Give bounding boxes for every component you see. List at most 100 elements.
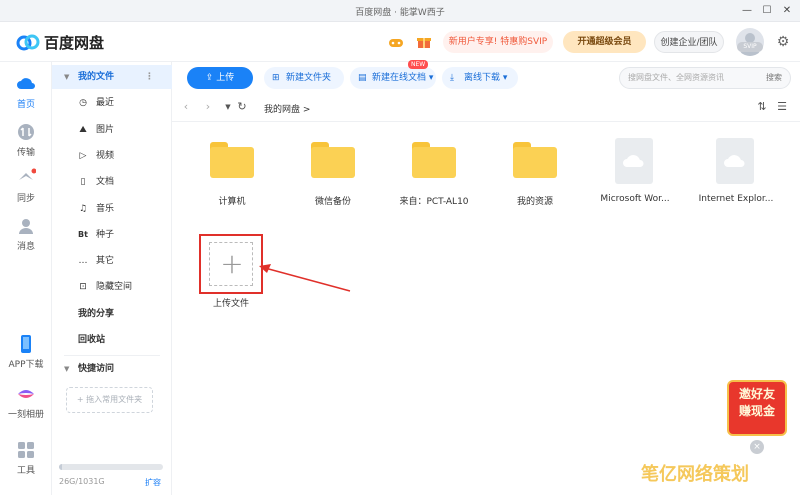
sidebar-item-torrents[interactable]: Bt 种子 xyxy=(52,223,172,247)
forward-icon[interactable]: › xyxy=(202,101,214,113)
file-item-folder[interactable]: 计算机 xyxy=(187,122,277,212)
expand-storage-link[interactable]: 扩容 xyxy=(145,477,161,488)
more-dots-icon: … xyxy=(78,256,88,266)
rail-item-app-download[interactable]: APP下载 xyxy=(0,334,52,370)
rail-item-tools[interactable]: 工具 xyxy=(0,440,52,476)
sidebar-item-documents[interactable]: ▯ 文档 xyxy=(52,170,172,194)
upload-file-tile[interactable]: + xyxy=(199,234,263,294)
open-svip-button[interactable]: 开通超级会员 xyxy=(563,31,646,53)
storage-quota-fill xyxy=(59,464,62,470)
online-doc-icon: ▤ xyxy=(358,73,367,83)
plus-icon: + xyxy=(220,247,244,280)
rail-item-sync[interactable]: 同步 xyxy=(0,168,52,204)
upload-button[interactable]: ⇪ 上传 xyxy=(187,67,253,89)
message-icon xyxy=(19,219,33,234)
close-icon[interactable]: × xyxy=(750,440,764,454)
music-icon: ♫ xyxy=(78,204,88,214)
sidebar-item-videos[interactable]: ▷ 视频 xyxy=(52,144,172,168)
rail-item-album[interactable]: 一刻相册 xyxy=(0,384,52,420)
file-item-cloud[interactable]: Microsoft Wor... xyxy=(590,122,680,212)
chevron-down-icon[interactable]: ▼ xyxy=(64,65,69,89)
sidebar-item-my-files[interactable]: ▼ 我的文件 ⋮ xyxy=(52,65,172,89)
file-item-cloud[interactable]: Internet Explor... xyxy=(691,122,781,212)
drop-favorite-folder-zone[interactable]: + 拖入常用文件夹 xyxy=(66,387,153,413)
storage-quota-text: 26G/1031G xyxy=(59,477,105,486)
rail-item-label: 工具 xyxy=(16,466,35,476)
upload-file-label: 上传文件 xyxy=(212,299,249,309)
brand-name: 百度网盘 xyxy=(44,33,105,52)
new-online-doc-button[interactable]: ▤ 新建在线文档 ▾ xyxy=(350,67,436,89)
search-button[interactable]: 搜索 xyxy=(766,68,782,88)
history-dropdown-icon[interactable]: ▼ xyxy=(222,101,234,113)
sidebar-item-images[interactable]: ⛰ 图片 xyxy=(52,118,172,142)
new-user-promo-button[interactable]: 新用户专享! 特惠购SVIP xyxy=(443,31,553,53)
gear-icon[interactable]: ⚙ xyxy=(775,34,791,50)
upload-icon: ⇪ xyxy=(205,73,217,83)
rail-item-label: 传输 xyxy=(16,148,35,158)
minimize-icon[interactable]: — xyxy=(738,3,756,19)
sort-icon[interactable]: ⇅ xyxy=(756,101,768,113)
sidebar: ▼ 我的文件 ⋮ ◷ 最近 ⛰ 图片 ▷ 视频 ▯ 文档 ♫ 音乐 Bt 种子 … xyxy=(52,62,172,495)
file-item-folder[interactable]: 微信备份 xyxy=(288,122,378,212)
rail-item-messages[interactable]: 消息 xyxy=(0,216,52,252)
search-input[interactable]: 搜网盘文件、全网资源资讯 xyxy=(628,68,724,88)
image-icon: ⛰ xyxy=(79,125,87,135)
sidebar-item-recent[interactable]: ◷ 最近 xyxy=(52,91,172,115)
cloud-file-icon xyxy=(615,138,653,184)
rail-item-label: 首页 xyxy=(16,100,35,110)
rail-item-label: 消息 xyxy=(16,242,35,252)
sidebar-item-music[interactable]: ♫ 音乐 xyxy=(52,197,172,221)
file-item-folder[interactable]: 我的资源 xyxy=(490,122,580,212)
close-icon[interactable]: ✕ xyxy=(778,3,796,19)
tools-icon xyxy=(18,442,34,458)
divider xyxy=(64,355,160,356)
breadcrumb[interactable]: 我的网盘 > xyxy=(264,102,310,115)
app-header: 百度网盘 新用户专享! 特惠购SVIP 开通超级会员 创建企业/团队 ⚙ xyxy=(0,22,800,62)
title-bar: 百度网盘 · 能掌W西子 — ☐ ✕ xyxy=(0,0,800,22)
chevron-down-icon: ▾ xyxy=(500,73,508,83)
document-icon: ▯ xyxy=(80,177,86,187)
folder-icon xyxy=(311,142,355,178)
toolbar: ⇪ 上传 ⊞ 新建文件夹 ▤ 新建在线文档 ▾ NEW ⤓ 离线下载 ▾ 搜网盘文件、… xyxy=(172,60,800,94)
chevron-down-icon[interactable]: ▼ xyxy=(64,357,69,381)
clock-icon: ◷ xyxy=(79,98,87,108)
sidebar-item-other[interactable]: … 其它 xyxy=(52,249,172,273)
video-icon: ▷ xyxy=(79,151,87,161)
cloud-home-icon xyxy=(17,78,35,89)
rail-item-home[interactable]: 首页 xyxy=(0,74,52,110)
back-icon[interactable]: ‹ xyxy=(180,101,192,113)
rail-item-transfer[interactable]: 传输 xyxy=(0,122,52,158)
chevron-down-icon: ▾ xyxy=(426,73,434,83)
lock-icon: ⊡ xyxy=(79,282,87,292)
folder-icon xyxy=(210,142,254,178)
offline-download-button[interactable]: ⤓ 离线下载 ▾ xyxy=(442,67,518,89)
search-box[interactable]: 搜网盘文件、全网资源资讯 搜索 xyxy=(619,67,791,89)
refresh-icon[interactable]: ↻ xyxy=(236,101,248,113)
rail-item-label: 同步 xyxy=(16,194,35,204)
new-badge: NEW xyxy=(408,60,429,69)
download-icon: ⤓ xyxy=(450,73,454,83)
upload-placeholder: + xyxy=(209,242,253,286)
sidebar-item-my-share[interactable]: 我的分享 xyxy=(52,302,172,326)
gift-icon[interactable] xyxy=(416,34,432,50)
cloud-file-icon xyxy=(716,138,754,184)
app-logo: 百度网盘 xyxy=(16,31,104,53)
new-folder-button[interactable]: ⊞ 新建文件夹 xyxy=(264,67,344,89)
list-view-icon[interactable]: ☰ xyxy=(776,101,788,113)
invite-friends-promo[interactable]: 邀好友 赚现金 xyxy=(727,380,787,436)
maximize-icon[interactable]: ☐ xyxy=(758,3,776,19)
sidebar-item-hidden-space[interactable]: ⊡ 隐藏空间 xyxy=(52,275,172,299)
path-bar: ‹ › ▼ ↻ 我的网盘 > ⇅ ☰ xyxy=(172,94,800,122)
sync-icon xyxy=(19,168,36,180)
album-icon xyxy=(18,390,34,398)
game-icon[interactable] xyxy=(388,34,404,50)
sidebar-item-quick-access[interactable]: ▼ 快捷访问 xyxy=(52,357,172,381)
watermark: 笔亿网络策划 xyxy=(641,464,749,485)
folder-plus-icon: ⊞ xyxy=(272,73,280,83)
more-options-icon[interactable]: ⋮ xyxy=(145,65,154,89)
create-enterprise-button[interactable]: 创建企业/团队 xyxy=(654,31,724,53)
sidebar-item-recycle-bin[interactable]: 回收站 xyxy=(52,328,172,352)
annotation-arrow-icon xyxy=(259,264,351,292)
folder-icon xyxy=(412,142,456,178)
file-item-folder[interactable]: 来自：PCT-AL10 xyxy=(389,122,479,212)
